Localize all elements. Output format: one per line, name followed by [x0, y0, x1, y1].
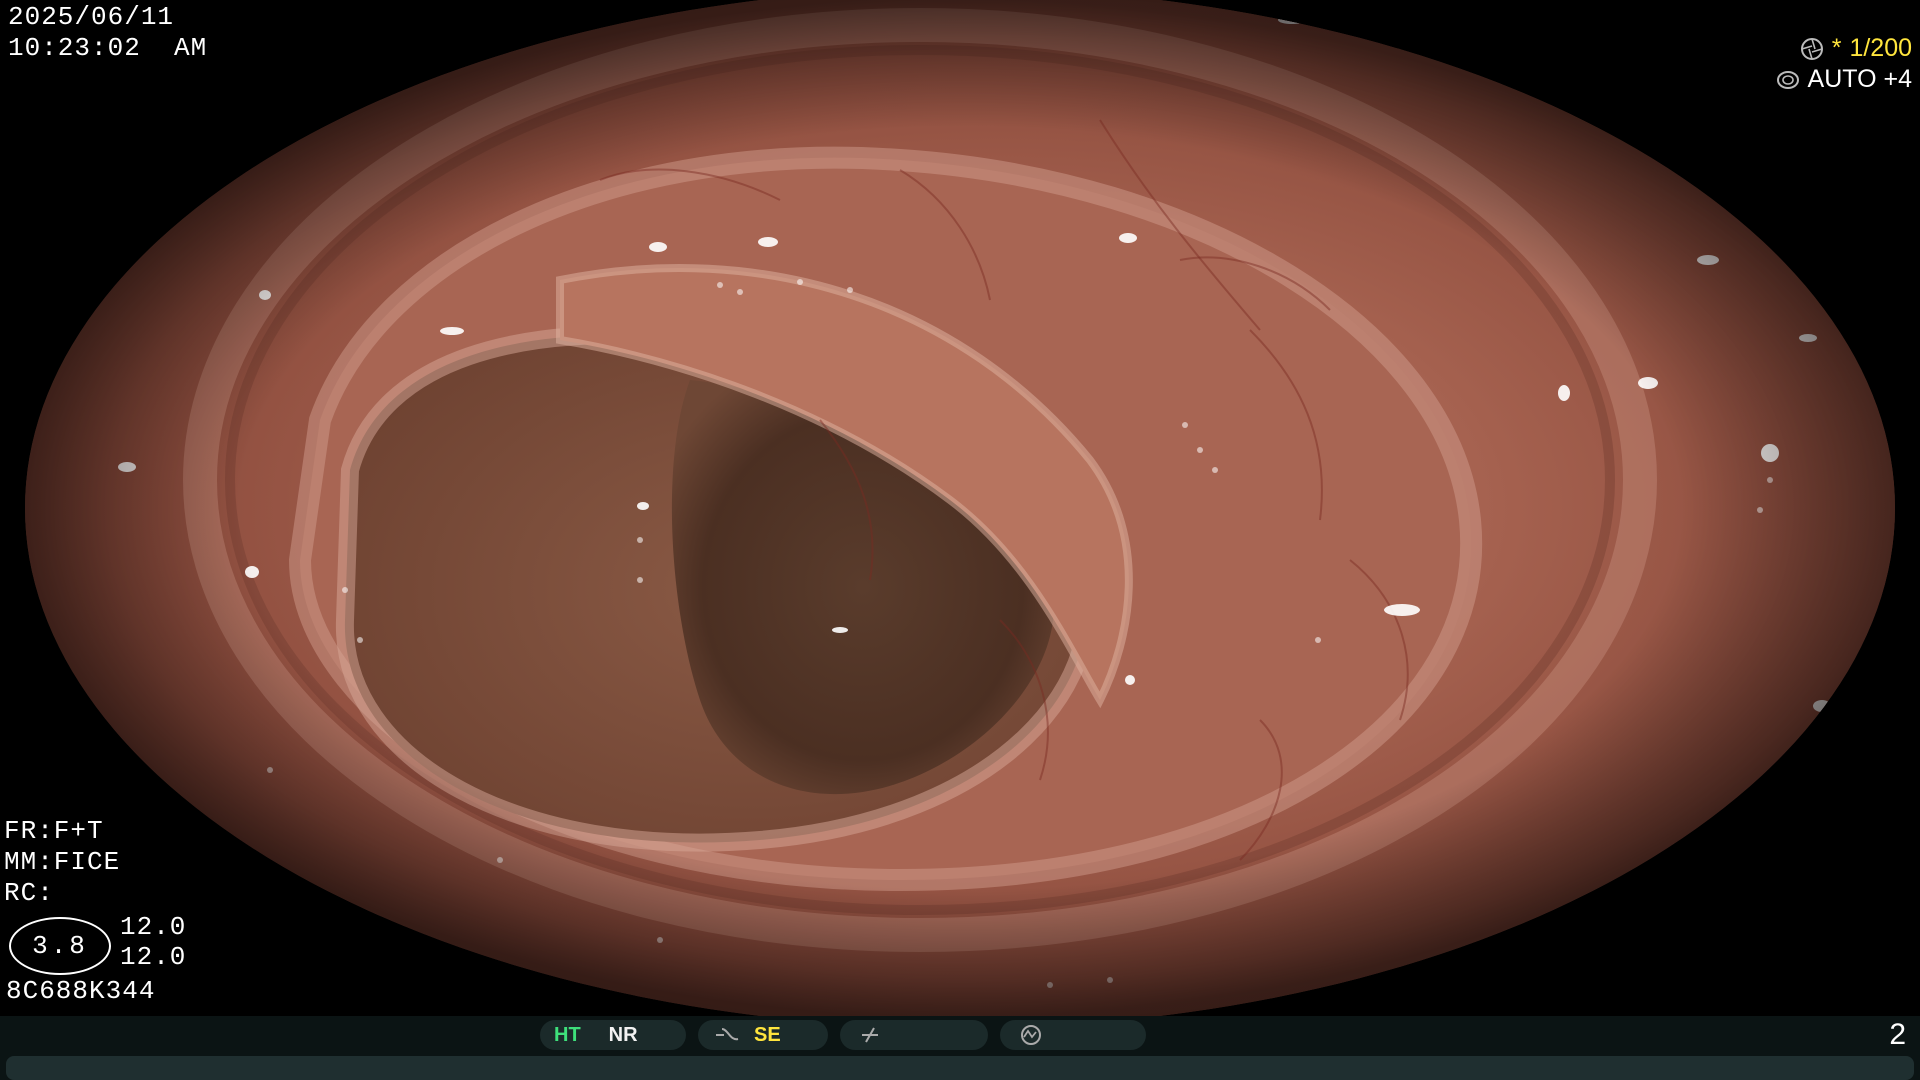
ellipse-value: 3.8	[32, 931, 88, 961]
bottom-strip	[6, 1056, 1914, 1080]
ht-nr-pill: HT NR	[540, 1020, 686, 1050]
slash-pill	[840, 1020, 988, 1050]
shutter-asterisk: *	[1831, 34, 1842, 62]
nr-label: NR	[608, 1023, 638, 1046]
wave-icon	[716, 1028, 739, 1041]
shutter-icon	[1800, 37, 1823, 60]
signal-pill	[1000, 1020, 1146, 1050]
page-number: 2	[1889, 1018, 1906, 1051]
status-bar: HT NR SE 2	[0, 1016, 1920, 1080]
rc-setting: RC:	[4, 878, 54, 908]
ht-label: HT	[554, 1023, 581, 1046]
endoscope-viewport: 2025/06/11 10:23:02 AM * 1/200 AUTO +4 F…	[0, 0, 1920, 1016]
auto-exposure: AUTO +4	[1807, 65, 1912, 93]
time-label: 10:23:02 AM	[8, 33, 208, 63]
iris-row: AUTO +4	[1776, 65, 1912, 94]
value-two: 12.0	[120, 942, 187, 972]
mm-setting: MM:FICE	[4, 847, 121, 877]
iris-icon	[1776, 70, 1799, 89]
ellipse-value-badge: 3.8	[9, 917, 111, 975]
endoscopic-image	[25, 0, 1895, 1016]
slash-icon	[862, 1027, 878, 1043]
scope-id: 8C688K344	[6, 976, 156, 1006]
signal-circle-icon	[1021, 1025, 1041, 1045]
fr-setting: FR:F+T	[4, 816, 104, 846]
se-pill: SE	[698, 1020, 828, 1050]
value-one: 12.0	[120, 912, 187, 942]
se-label: SE	[754, 1023, 781, 1046]
shutter-row: * 1/200	[1800, 34, 1912, 63]
date-label: 2025/06/11	[8, 2, 175, 32]
shutter-speed: 1/200	[1849, 34, 1912, 62]
